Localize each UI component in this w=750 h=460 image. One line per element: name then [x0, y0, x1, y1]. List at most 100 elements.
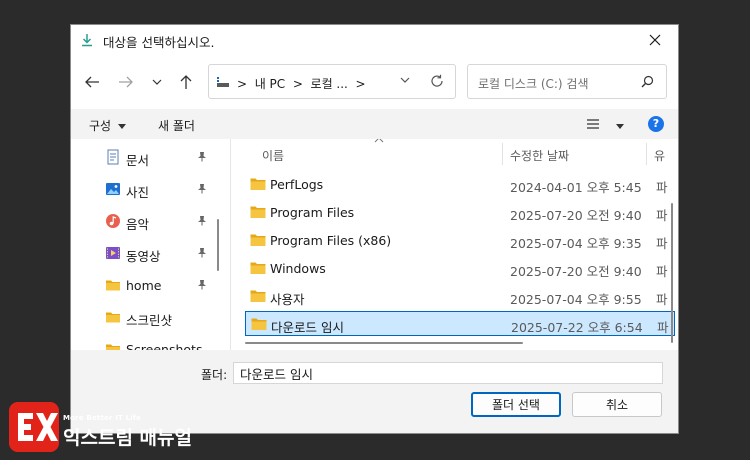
file-list: 이름 수정한 날짜 유 PerfLogs 2024-04-01 오후 5:45 … [231, 139, 678, 350]
picture-icon [106, 183, 120, 195]
file-date: 2024-04-01 오후 5:45 [510, 180, 642, 195]
file-row-windows[interactable]: Windows 2025-07-20 오전 9:40 파 [245, 256, 675, 281]
folder-icon [106, 312, 120, 323]
column-header-row: 이름 수정한 날짜 유 [231, 139, 678, 167]
folder-icon [106, 344, 120, 350]
file-row-program-files-x86[interactable]: Program Files (x86) 2025-07-04 오후 9:35 파 [245, 228, 675, 253]
folder-field-label: 폴더: [201, 368, 228, 382]
pin-icon[interactable] [197, 247, 207, 258]
file-row-program-files[interactable]: Program Files 2025-07-20 오전 9:40 파 [245, 200, 675, 225]
brand-name: 익스트림 매뉴얼 [63, 427, 192, 449]
column-header-name[interactable]: 이름 [262, 147, 284, 164]
column-divider[interactable] [646, 143, 647, 165]
navigation-bar: > 내 PC > 로컬 ... > 로컬 디스크 (C:) 검색 [71, 55, 678, 109]
search-box[interactable]: 로컬 디스크 (C:) 검색 [467, 64, 667, 99]
caret-down-icon [117, 124, 126, 129]
chevron-down-icon [152, 79, 162, 85]
download-icon [82, 34, 92, 47]
chevron-down-icon[interactable] [400, 76, 410, 84]
breadcrumb-item-local-disk[interactable]: 로컬 ... [311, 77, 348, 91]
sidebar-item-label: 스크린샷 [126, 313, 173, 328]
folder-picker-dialog: 대상을 선택하십시오. > 내 PC > 로컬 ... > 로컬 디스크 (C:… [70, 24, 679, 434]
organize-button[interactable]: 구성 [89, 117, 126, 134]
title-bar: 대상을 선택하십시오. [71, 25, 678, 55]
file-name: PerfLogs [270, 177, 324, 192]
breadcrumb: > 내 PC > 로컬 ... > [237, 75, 366, 92]
close-button[interactable] [632, 25, 678, 55]
file-date: 2025-07-20 오전 9:40 [510, 208, 642, 223]
file-type: 파 [656, 180, 668, 195]
file-name: Windows [270, 261, 326, 276]
column-divider[interactable] [502, 143, 503, 165]
caret-down-icon [615, 124, 624, 129]
address-bar[interactable]: > 내 PC > 로컬 ... > [208, 64, 456, 99]
help-button[interactable]: ? [648, 116, 664, 132]
sort-ascending-icon [374, 139, 384, 143]
file-row-users[interactable]: 사용자 2025-07-04 오후 9:55 파 [245, 284, 675, 309]
sidebar-item-label: 음악 [126, 217, 150, 232]
file-type: 파 [656, 208, 668, 223]
arrow-left-icon [85, 76, 99, 88]
back-button[interactable] [81, 72, 103, 92]
new-folder-button[interactable]: 새 폴더 [158, 117, 195, 134]
sidebar-item-screenshots[interactable]: Screenshots [71, 334, 221, 350]
recent-locations-button[interactable] [146, 72, 168, 92]
horizontal-scrollbar[interactable] [245, 342, 523, 344]
column-header-type[interactable]: 유 [654, 147, 665, 164]
file-date: 2025-07-22 오후 6:54 [511, 320, 643, 335]
arrow-right-icon [119, 76, 133, 88]
file-name: Program Files (x86) [270, 233, 392, 248]
file-name: Program Files [270, 205, 355, 220]
select-folder-button[interactable]: 폴더 선택 [471, 392, 561, 417]
file-type: 파 [657, 320, 669, 335]
file-type: 파 [656, 264, 668, 279]
refresh-icon[interactable] [430, 74, 444, 88]
file-type: 파 [656, 292, 668, 307]
music-icon [106, 214, 120, 228]
sidebar-item-home[interactable]: home [71, 270, 221, 300]
pin-icon[interactable] [197, 183, 207, 194]
sidebar-item-pictures[interactable]: 사진 [71, 174, 221, 204]
folder-icon [251, 318, 267, 330]
folder-icon [250, 290, 266, 302]
folder-icon [250, 262, 266, 274]
sidebar-item-label: 사진 [126, 185, 150, 200]
browser-content: 문서 사진 음악 동영상 home 스크린샷 Screenshots 이름 수정… [71, 139, 678, 350]
file-type: 파 [656, 236, 668, 251]
breadcrumb-separator: > [237, 77, 248, 91]
vertical-scrollbar[interactable] [671, 203, 673, 343]
brand-logo-icon [9, 402, 59, 452]
sidebar-item-label: 문서 [126, 153, 150, 168]
breadcrumb-separator: > [292, 77, 303, 91]
sidebar-item-videos[interactable]: 동영상 [71, 238, 221, 268]
column-header-date[interactable]: 수정한 날짜 [510, 147, 569, 164]
breadcrumb-separator: > [355, 77, 366, 91]
view-options-button[interactable] [586, 118, 624, 133]
sidebar-item-documents[interactable]: 문서 [71, 142, 221, 172]
search-input[interactable]: 로컬 디스크 (C:) 검색 [478, 75, 589, 92]
brand-watermark: More Better IT Life 익스트림 매뉴얼 [9, 402, 239, 452]
file-row-download-temp[interactable]: 다운로드 임시 2025-07-22 오후 6:54 파 [245, 311, 675, 336]
close-icon [649, 34, 661, 46]
arrow-up-icon [180, 75, 192, 89]
sidebar-item-screenshots-ko[interactable]: 스크린샷 [71, 302, 221, 332]
window-title: 대상을 선택하십시오. [103, 35, 215, 50]
sidebar-item-label: 동영상 [126, 249, 161, 264]
pin-icon[interactable] [197, 215, 207, 226]
cancel-button[interactable]: 취소 [572, 392, 662, 417]
command-bar: 구성 새 폴더 ? [71, 109, 678, 139]
folder-name-input[interactable] [233, 362, 663, 384]
forward-button[interactable] [115, 72, 137, 92]
file-row-perflogs[interactable]: PerfLogs 2024-04-01 오후 5:45 파 [245, 172, 675, 197]
up-button[interactable] [175, 72, 197, 92]
video-icon [106, 247, 120, 259]
sidebar-item-music[interactable]: 음악 [71, 206, 221, 236]
pin-icon[interactable] [197, 279, 207, 290]
organize-label: 구성 [89, 119, 112, 133]
pin-icon[interactable] [197, 151, 207, 162]
file-date: 2025-07-04 오후 9:55 [510, 292, 642, 307]
folder-icon [250, 234, 266, 246]
folder-icon [250, 178, 266, 190]
sidebar-scrollbar[interactable] [217, 219, 219, 271]
breadcrumb-item-pc[interactable]: 내 PC [255, 77, 285, 91]
